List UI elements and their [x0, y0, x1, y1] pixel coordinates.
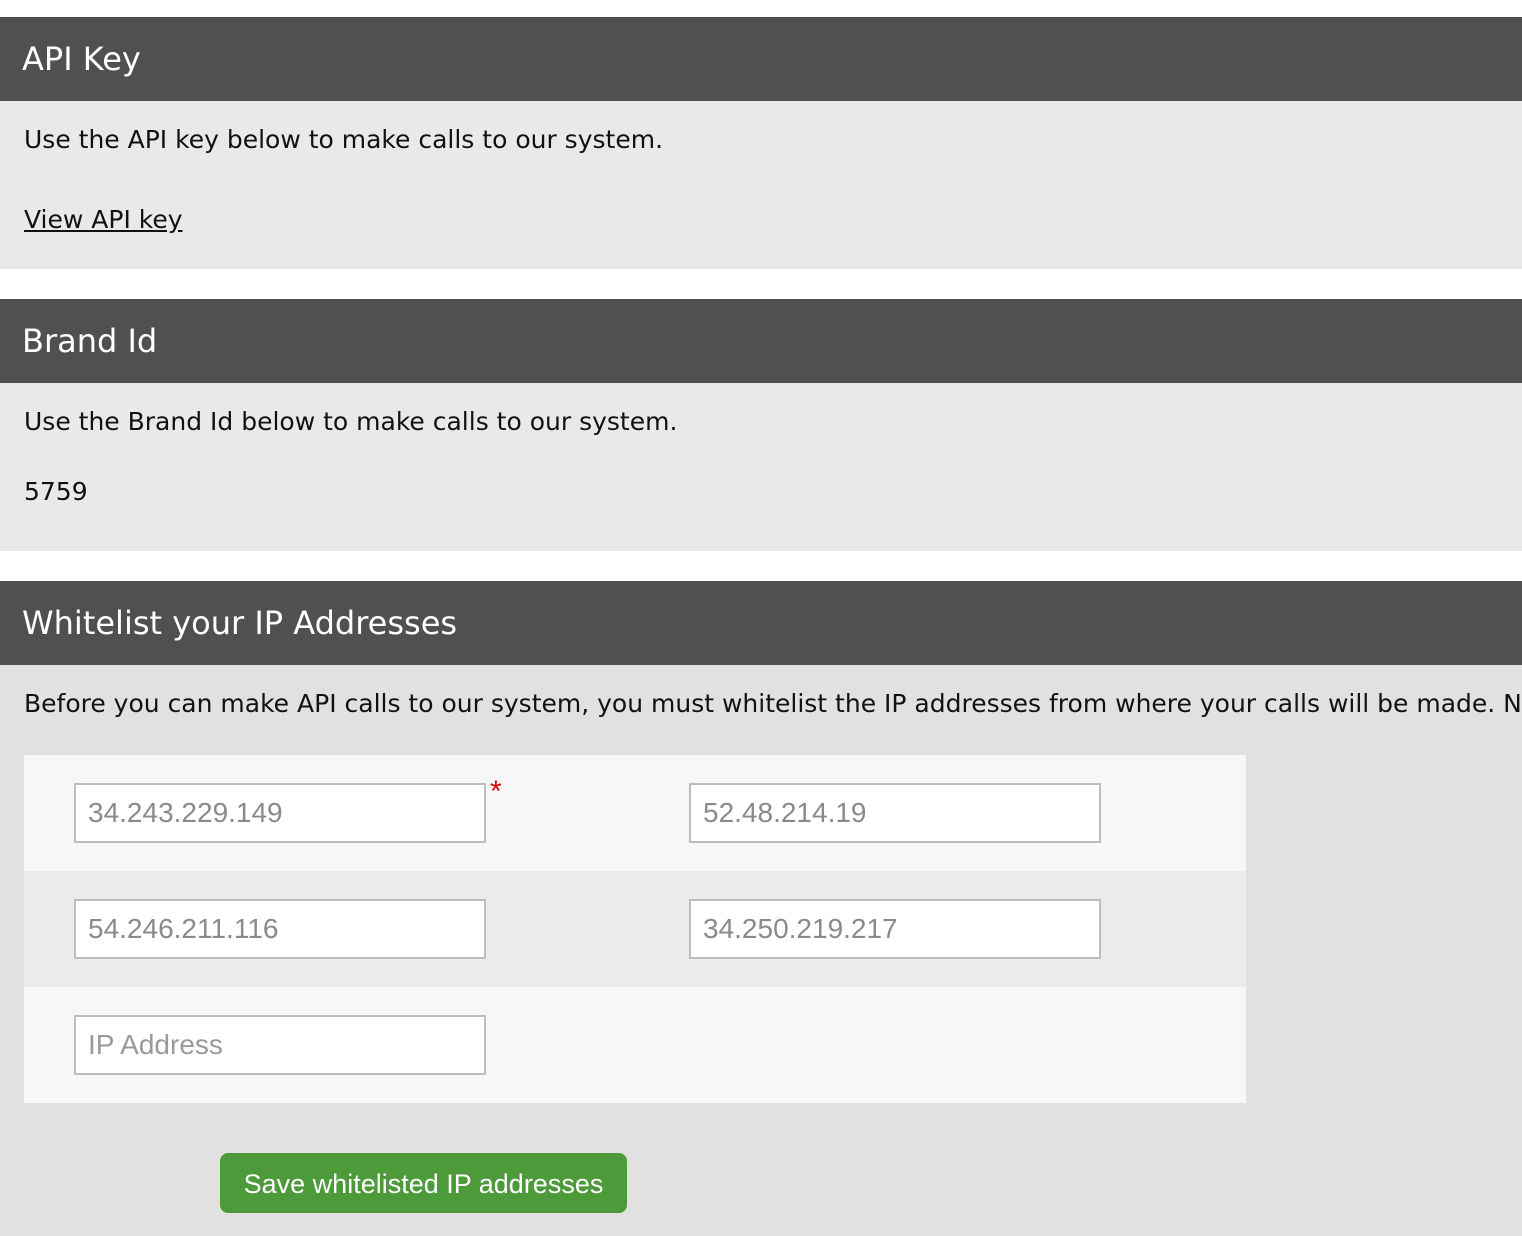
whitelist-body: Before you can make API calls to our sys… [0, 665, 1522, 1236]
ip-address-input-2[interactable] [689, 783, 1101, 843]
required-asterisk: * [490, 775, 502, 808]
ip-row: * [24, 755, 1246, 871]
ip-row [24, 987, 1246, 1103]
brand-id-description: Use the Brand Id below to make calls to … [24, 407, 678, 436]
ip-address-input-4[interactable] [689, 899, 1101, 959]
save-whitelist-button[interactable]: Save whitelisted IP addresses [220, 1153, 627, 1213]
ip-address-input-3[interactable] [74, 899, 486, 959]
ip-address-table: * [24, 755, 1246, 1103]
whitelist-section: Whitelist your IP Addresses Before you c… [0, 581, 1522, 1236]
ip-address-input-1[interactable] [74, 783, 486, 843]
whitelist-description: Before you can make API calls to our sys… [24, 689, 1522, 718]
api-key-body: Use the API key below to make calls to o… [0, 101, 1522, 269]
view-api-key-link[interactable]: View API key [24, 205, 183, 234]
api-key-description: Use the API key below to make calls to o… [24, 125, 664, 154]
brand-id-header: Brand Id [0, 299, 1522, 383]
api-key-header: API Key [0, 17, 1522, 101]
whitelist-header: Whitelist your IP Addresses [0, 581, 1522, 665]
ip-row [24, 871, 1246, 987]
brand-id-value: 5759 [24, 477, 88, 506]
brand-id-section: Brand Id Use the Brand Id below to make … [0, 299, 1522, 551]
ip-address-input-5[interactable] [74, 1015, 486, 1075]
api-key-section: API Key Use the API key below to make ca… [0, 17, 1522, 269]
brand-id-body: Use the Brand Id below to make calls to … [0, 383, 1522, 551]
